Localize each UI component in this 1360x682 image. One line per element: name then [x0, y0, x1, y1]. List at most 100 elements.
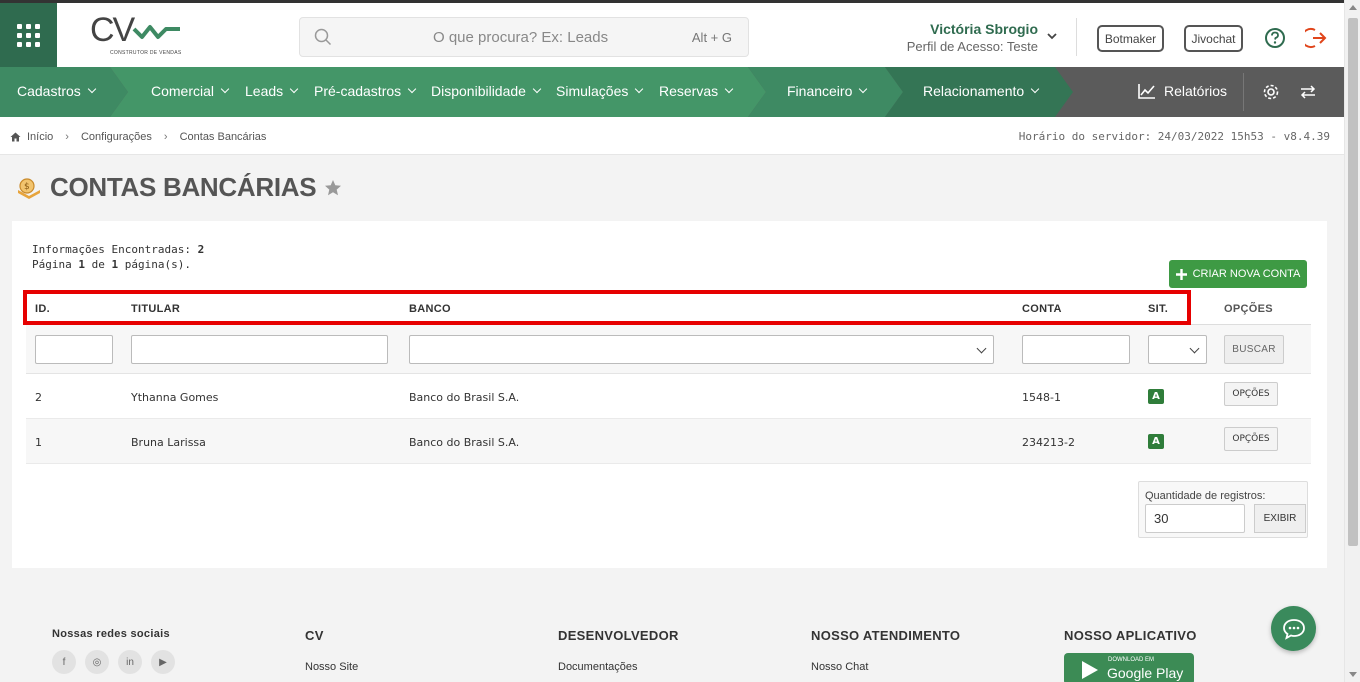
star-icon[interactable] — [324, 179, 342, 197]
cell-titular: Bruna Larissa — [131, 436, 206, 449]
found-count: 2 — [197, 243, 205, 256]
chat-button[interactable] — [1271, 606, 1316, 651]
jivochat-button[interactable]: Jivochat — [1184, 25, 1243, 52]
column-header-id[interactable]: ID. — [35, 303, 50, 315]
footer-dev-title: DESENVOLVEDOR — [558, 628, 679, 643]
nav-pre-cadastros[interactable]: Pré-cadastros — [314, 83, 417, 99]
instagram-icon[interactable]: ◎ — [85, 650, 109, 674]
nav-disponibilidade[interactable]: Disponibilidade — [431, 83, 542, 99]
nav-simulacoes[interactable]: Simulações — [556, 83, 644, 99]
bank-icon: $ — [18, 177, 40, 199]
footer-support-title: NOSSO ATENDIMENTO — [811, 628, 961, 643]
gear-icon[interactable] — [1262, 83, 1280, 101]
apps-menu-button[interactable] — [0, 3, 57, 67]
grid-icon — [17, 23, 40, 47]
footer-social-title: Nossas redes sociais — [52, 628, 170, 640]
chart-line-icon — [1138, 84, 1155, 99]
page-of: de — [91, 258, 105, 271]
nav-relacionamento[interactable]: Relacionamento — [923, 83, 1040, 99]
linkedin-icon[interactable]: in — [118, 650, 142, 674]
search-icon — [314, 28, 332, 46]
footer-chat-link[interactable]: Nosso Chat — [811, 661, 960, 673]
vertical-scrollbar[interactable] — [1344, 0, 1360, 682]
options-button[interactable]: OPÇÕES — [1224, 427, 1278, 451]
user-menu[interactable]: Victória Sbrogio Perfil de Acesso: Teste — [880, 21, 1038, 54]
top-header: CV CONSTRUTOR DE VENDAS O que procura? E… — [0, 0, 1344, 67]
nav-label: Cadastros — [17, 83, 81, 99]
chevron-down-icon — [87, 84, 97, 94]
chevron-down-icon[interactable] — [1046, 31, 1058, 41]
footer-docs-link[interactable]: Documentações — [558, 661, 679, 673]
conta-filter-input[interactable] — [1022, 335, 1130, 364]
titular-filter-input[interactable] — [131, 335, 388, 364]
help-icon[interactable] — [1264, 27, 1286, 49]
nav-cadastros[interactable]: Cadastros — [17, 83, 97, 99]
server-time: Horário do servidor: 24/03/2022 15h53 - … — [1018, 130, 1330, 143]
chevron-down-icon — [859, 84, 868, 94]
scroll-up-icon[interactable] — [1349, 5, 1357, 10]
options-button[interactable]: OPÇÕES — [1224, 382, 1278, 406]
nav-label: Relatórios — [1164, 83, 1228, 99]
footer-cv: CV Nosso Site — [305, 628, 358, 673]
nav-relatorios[interactable]: Relatórios — [1138, 83, 1227, 99]
footer-social: Nossas redes sociais — [52, 628, 170, 640]
footer-cv-title: CV — [305, 628, 324, 643]
youtube-icon[interactable]: ▶ — [151, 650, 175, 674]
page-header: $ CONTAS BANCÁRIAS — [16, 172, 342, 203]
plus-icon — [1175, 268, 1187, 280]
table-row: 2 Ythanna Gomes Banco do Brasil S.A. 154… — [26, 374, 1311, 419]
botmaker-button[interactable]: Botmaker — [1097, 25, 1164, 52]
breadcrumb-home[interactable]: Início — [27, 131, 53, 143]
column-header-conta[interactable]: CONTA — [1022, 303, 1062, 315]
found-label: Informações Encontradas: — [32, 243, 191, 256]
show-records-button[interactable]: EXIBIR — [1254, 504, 1306, 533]
nav-comercial[interactable]: Comercial — [151, 83, 230, 99]
swap-icon[interactable] — [1300, 84, 1316, 100]
nav-leads[interactable]: Leads — [245, 83, 299, 99]
filter-row: BUSCAR — [26, 325, 1311, 374]
logout-icon[interactable] — [1305, 27, 1329, 49]
scrollbar-thumb[interactable] — [1348, 18, 1358, 546]
banco-filter-select[interactable] — [409, 335, 994, 364]
column-header-titular[interactable]: TITULAR — [131, 303, 180, 315]
chevron-down-icon — [1189, 343, 1200, 354]
create-account-label: CRIAR NOVA CONTA — [1192, 268, 1301, 280]
page-prefix: Página — [32, 258, 72, 271]
cell-conta: 1548-1 — [1022, 391, 1061, 404]
footer-app-title: NOSSO APLICATIVO — [1064, 628, 1197, 643]
breadcrumb-current: Contas Bancárias — [179, 131, 267, 143]
breadcrumb: Início › Configurações › Contas Bancária… — [10, 131, 266, 143]
create-account-button[interactable]: CRIAR NOVA CONTA — [1169, 260, 1307, 288]
cell-banco: Banco do Brasil S.A. — [409, 391, 520, 404]
nav-label: Relacionamento — [923, 83, 1025, 99]
page-title: CONTAS BANCÁRIAS — [50, 172, 317, 202]
scroll-down-icon[interactable] — [1349, 672, 1357, 677]
footer-site-link[interactable]: Nosso Site — [305, 661, 358, 673]
google-play-badge[interactable]: DOWNLOAD EM Google Play — [1064, 653, 1194, 682]
status-badge: A — [1148, 389, 1164, 404]
breadcrumb-bar: Início › Configurações › Contas Bancária… — [0, 117, 1344, 155]
id-filter-input[interactable] — [35, 335, 113, 364]
records-input[interactable]: 30 — [1145, 504, 1245, 533]
page-suffix: página(s). — [124, 258, 191, 271]
results-info: Informações Encontradas: 2 Página 1 de 1… — [32, 242, 204, 272]
chevron-right-icon: › — [163, 131, 168, 143]
chevron-down-icon — [1030, 84, 1040, 94]
logo-subtitle: CONSTRUTOR DE VENDAS — [110, 50, 182, 56]
facebook-icon[interactable]: f — [52, 650, 76, 674]
global-search[interactable]: O que procura? Ex: Leads Alt + G — [299, 17, 749, 57]
nav-reservas[interactable]: Reservas — [659, 83, 734, 99]
footer-dev: DESENVOLVEDOR Documentações — [558, 628, 679, 673]
logo-text: CV — [90, 11, 135, 49]
logo[interactable]: CV CONSTRUTOR DE VENDAS — [90, 11, 185, 57]
search-shortcut: Alt + G — [691, 30, 732, 45]
cell-id: 2 — [35, 391, 42, 404]
situacao-filter-select[interactable] — [1148, 335, 1207, 364]
column-header-situacao[interactable]: SIT. — [1148, 303, 1168, 315]
chevron-down-icon — [724, 84, 734, 94]
nav-financeiro[interactable]: Financeiro — [787, 83, 868, 99]
search-button[interactable]: BUSCAR — [1224, 335, 1284, 364]
column-header-banco[interactable]: BANCO — [409, 303, 451, 315]
chevron-right-icon: › — [65, 131, 69, 143]
breadcrumb-configuracoes[interactable]: Configurações — [81, 131, 152, 143]
